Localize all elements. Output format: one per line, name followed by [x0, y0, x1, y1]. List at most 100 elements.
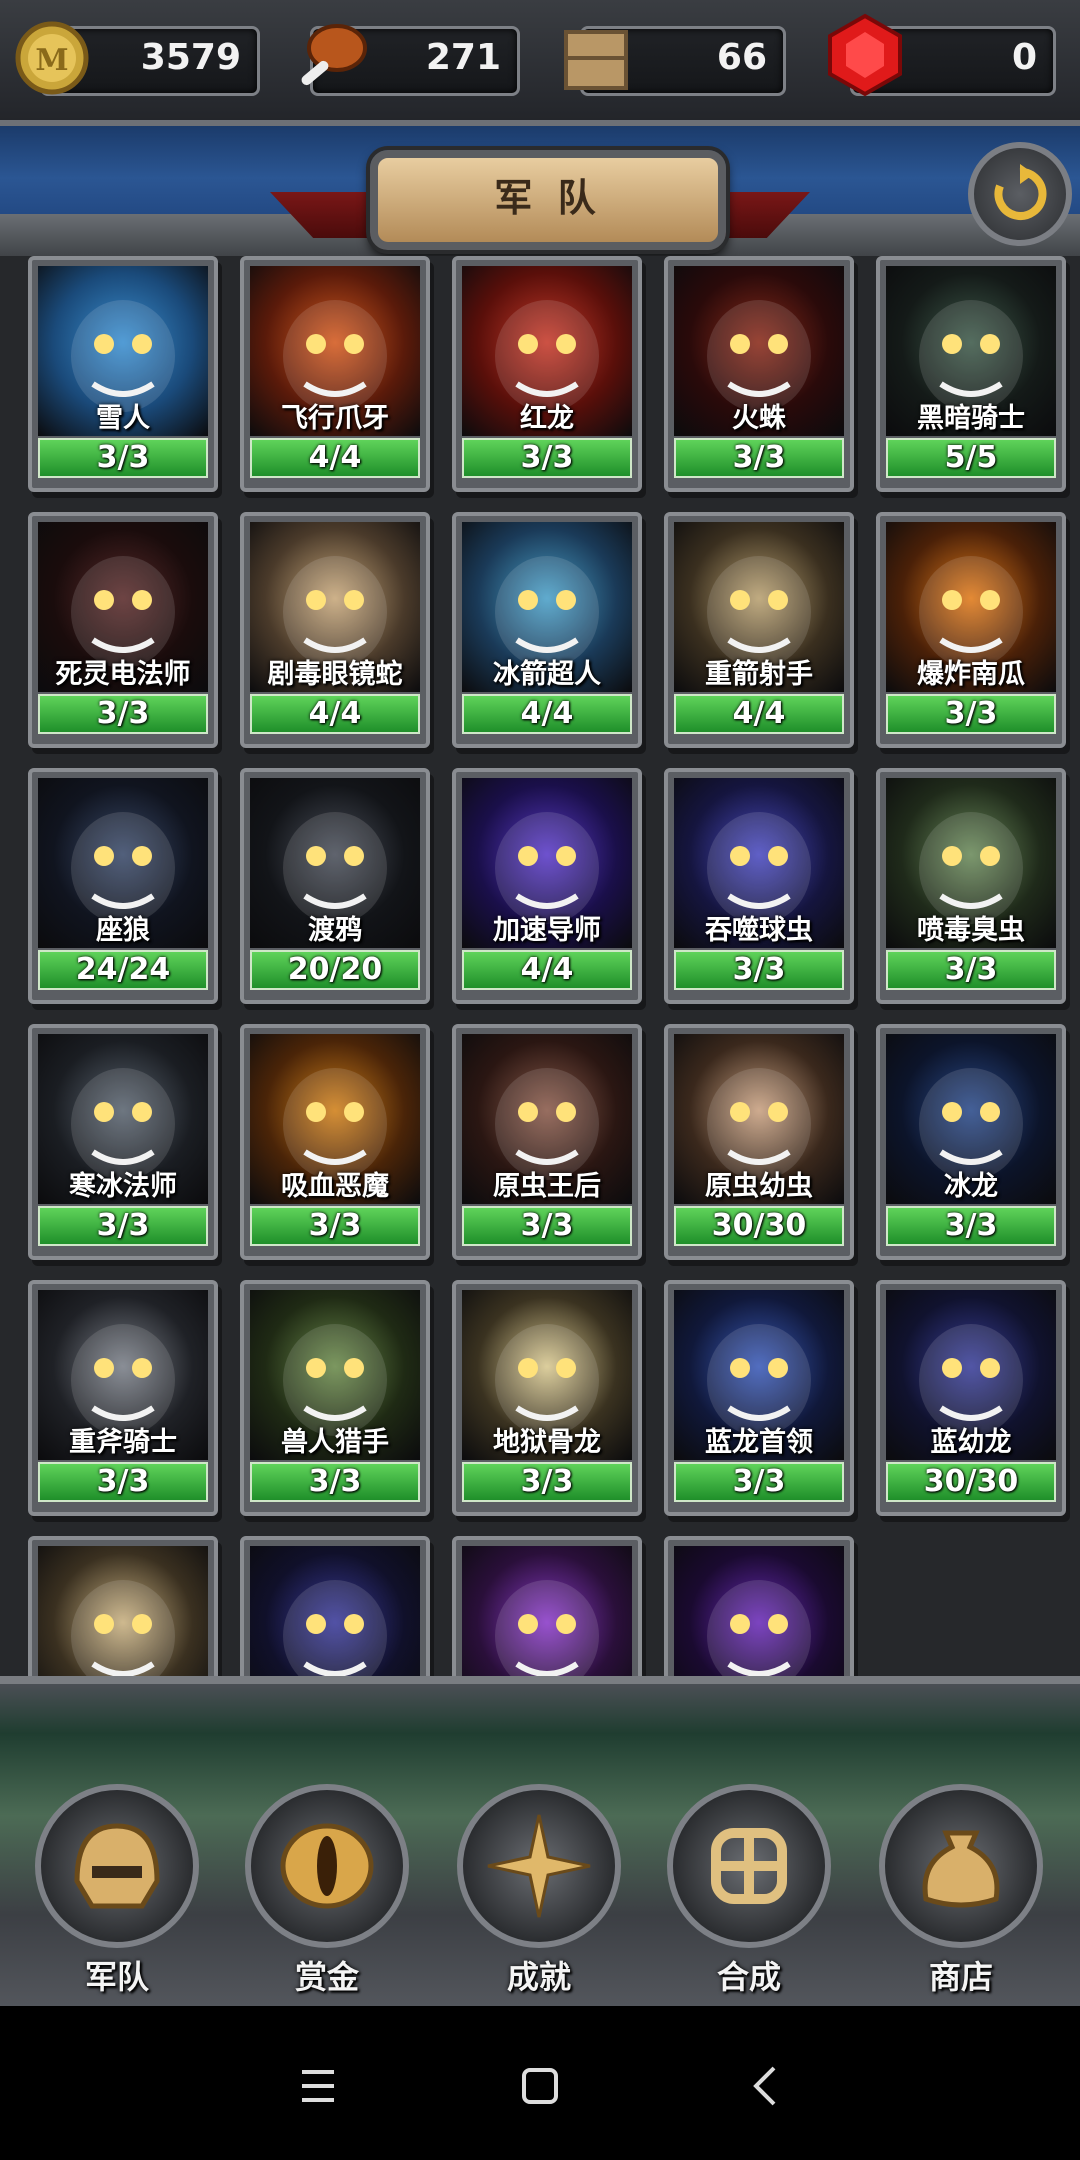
unit-count-bar: 3/3	[38, 1206, 208, 1246]
unit-card[interactable]	[664, 1536, 854, 1676]
unit-count-bar: 4/4	[250, 694, 420, 734]
unit-name: 重斧骑士	[69, 1427, 177, 1458]
nav-craft[interactable]: 合成	[664, 1784, 834, 1998]
unit-name: 重箭射手	[705, 659, 813, 690]
unit-card[interactable]: 加速导师 4/4	[452, 768, 642, 1004]
unit-count-bar: 3/3	[462, 1206, 632, 1246]
back-button[interactable]	[726, 2046, 806, 2126]
unit-card[interactable]: 飞行爪牙 4/4	[240, 256, 430, 492]
food-value: 271	[425, 37, 501, 78]
unit-card[interactable]: 冰龙 3/3	[876, 1024, 1066, 1260]
unit-name: 吞噬球虫	[705, 915, 813, 946]
unit-count-bar: 3/3	[674, 950, 844, 990]
unit-name: 原虫幼虫	[705, 1171, 813, 1202]
unit-card[interactable]	[240, 1536, 430, 1676]
unit-portrait	[674, 1546, 844, 1676]
unit-count-bar: 3/3	[886, 1206, 1056, 1246]
bottom-nav: 军队 赏金 成就 合成 商店	[0, 1676, 1080, 2014]
unit-count-bar: 3/3	[250, 1206, 420, 1246]
unit-count-bar: 3/3	[462, 1462, 632, 1502]
nav-achievements[interactable]: 成就	[454, 1784, 624, 1998]
back-chevron-icon	[753, 2066, 776, 2106]
unit-name: 吸血恶魔	[281, 1171, 389, 1202]
nav-army[interactable]: 军队	[32, 1784, 202, 1998]
unit-card[interactable]	[452, 1536, 642, 1676]
unit-card[interactable]: 雪人 3/3	[28, 256, 218, 492]
nav-army-label: 军队	[84, 1958, 149, 1996]
unit-card[interactable]: 重斧骑士 3/3	[28, 1280, 218, 1516]
unit-card[interactable]: 红龙 3/3	[452, 256, 642, 492]
unit-name: 黑暗骑士	[917, 403, 1025, 434]
unit-card[interactable]: 喷毒臭虫 3/3	[876, 768, 1066, 1004]
unit-count-bar: 3/3	[886, 694, 1056, 734]
unit-count-bar: 4/4	[462, 694, 632, 734]
menu-button[interactable]	[278, 2046, 358, 2126]
unit-card[interactable]: 座狼 24/24	[28, 768, 218, 1004]
system-nav-bar	[0, 2006, 1080, 2160]
svg-text:M: M	[35, 43, 68, 78]
unit-card[interactable]: 剧毒眼镜蛇 4/4	[240, 512, 430, 748]
unit-count-bar: 24/24	[38, 950, 208, 990]
unit-name: 寒冰法师	[69, 1171, 177, 1202]
crate-value: 66	[716, 37, 767, 78]
resource-bar: 3579 M 271 66 0	[0, 0, 1080, 126]
unit-name: 火蛛	[732, 403, 786, 434]
nav-bounty-label: 赏金	[294, 1958, 359, 1996]
page-title-plate: 军 队	[370, 150, 726, 250]
home-square-icon	[522, 2068, 558, 2104]
meat-icon	[285, 10, 375, 100]
unit-name: 地狱骨龙	[493, 1427, 601, 1458]
unit-portrait	[462, 1546, 632, 1676]
unit-count-bar: 3/3	[674, 438, 844, 478]
unit-name: 死灵电法师	[55, 659, 191, 690]
unit-card[interactable]: 蓝龙首领 3/3	[664, 1280, 854, 1516]
unit-card[interactable]: 重箭射手 4/4	[664, 512, 854, 748]
unit-name: 剧毒眼镜蛇	[267, 659, 403, 690]
unit-name: 蓝幼龙	[930, 1427, 1012, 1458]
unit-card[interactable]: 蓝幼龙 30/30	[876, 1280, 1066, 1516]
unit-card[interactable]: 渡鸦 20/20	[240, 768, 430, 1004]
unit-count-bar: 30/30	[886, 1462, 1056, 1502]
unit-card[interactable]: 原虫王后 3/3	[452, 1024, 642, 1260]
unit-count-bar: 4/4	[674, 694, 844, 734]
home-button[interactable]	[500, 2046, 580, 2126]
eye-icon	[245, 1784, 409, 1948]
unit-card[interactable]: 爆炸南瓜 3/3	[876, 512, 1066, 748]
unit-card[interactable]: 死灵电法师 3/3	[28, 512, 218, 748]
unit-card[interactable]: 兽人猎手 3/3	[240, 1280, 430, 1516]
unit-count-bar: 3/3	[250, 1462, 420, 1502]
unit-card[interactable]: 地狱骨龙 3/3	[452, 1280, 642, 1516]
nav-craft-label: 合成	[716, 1958, 781, 1996]
unit-card[interactable]: 原虫幼虫 30/30	[664, 1024, 854, 1260]
unit-portrait	[250, 1546, 420, 1676]
nav-shop-label: 商店	[928, 1958, 993, 1996]
unit-count-bar: 20/20	[250, 950, 420, 990]
unit-count-bar: 3/3	[38, 1462, 208, 1502]
unit-card[interactable]: 黑暗骑士 5/5	[876, 256, 1066, 492]
nav-achievements-label: 成就	[506, 1958, 571, 1996]
unit-name: 飞行爪牙	[281, 403, 389, 434]
unit-card[interactable]	[28, 1536, 218, 1676]
unit-name: 渡鸦	[308, 915, 362, 946]
knot-icon	[667, 1784, 831, 1948]
unit-card[interactable]: 寒冰法师 3/3	[28, 1024, 218, 1260]
nav-shop[interactable]: 商店	[876, 1784, 1046, 1998]
unit-count-bar: 3/3	[886, 950, 1056, 990]
unit-card[interactable]: 冰箭超人 4/4	[452, 512, 642, 748]
nav-bounty[interactable]: 赏金	[242, 1784, 412, 1998]
helmet-icon	[35, 1784, 199, 1948]
unit-portrait	[38, 1546, 208, 1676]
unit-card[interactable]: 吸血恶魔 3/3	[240, 1024, 430, 1260]
unit-card[interactable]: 火蛛 3/3	[664, 256, 854, 492]
unit-card[interactable]: 吞噬球虫 3/3	[664, 768, 854, 1004]
gem-value: 0	[1011, 37, 1037, 78]
unit-grid: 雪人 3/3 飞行爪牙 4/4 红龙 3/3 火蛛 3/3 黑暗骑士 5/5 死灵电法师 3/3 剧毒眼…	[0, 256, 1080, 1676]
unit-count-bar: 3/3	[38, 438, 208, 478]
compass-star-icon	[457, 1784, 621, 1948]
page-title: 军 队	[494, 176, 602, 220]
unit-name: 原虫王后	[493, 1171, 601, 1202]
unit-count-bar: 4/4	[462, 950, 632, 990]
unit-name: 红龙	[520, 403, 574, 434]
unit-name: 加速导师	[493, 915, 601, 946]
refresh-button[interactable]	[968, 142, 1072, 246]
